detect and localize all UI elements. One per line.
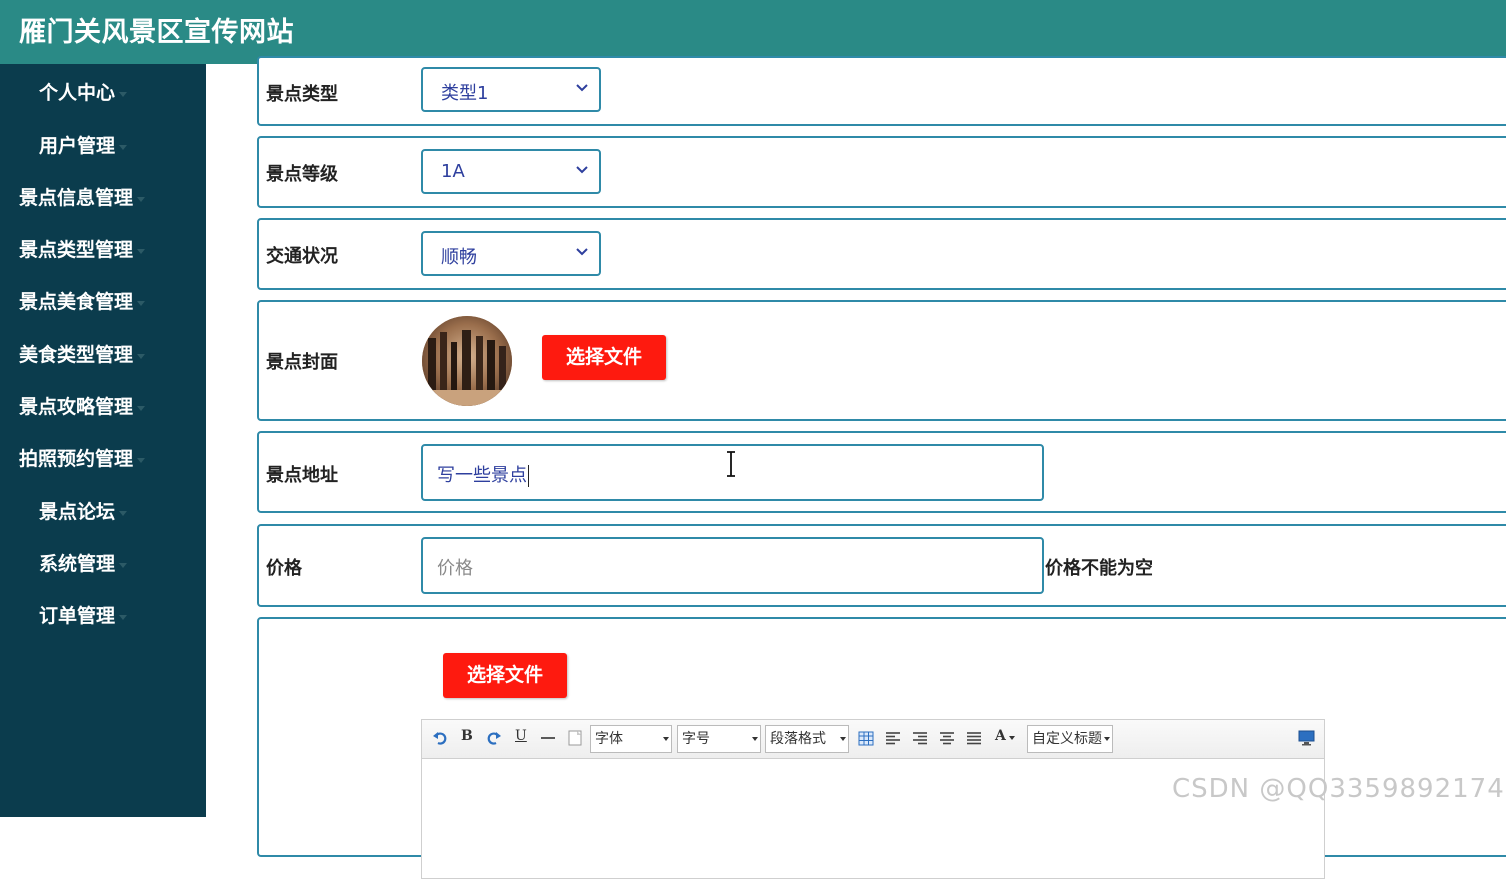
address-label: 景点地址: [266, 465, 338, 486]
font-size-select[interactable]: 字号: [677, 725, 761, 753]
custom-title-select[interactable]: 自定义标题: [1027, 725, 1113, 753]
paragraph-format-select[interactable]: 段落格式: [765, 725, 849, 753]
sidebar-item-label: 用户管理: [39, 135, 116, 157]
chevron-down-icon: [576, 166, 588, 174]
address-input-value: 写一些景点: [437, 465, 527, 486]
form-row-level: 景点等级 1A: [257, 136, 1506, 208]
chevron-down-icon: [576, 248, 588, 256]
text-cursor-icon: [727, 451, 735, 477]
dropdown-arrow-icon[interactable]: [1009, 736, 1015, 740]
site-title: 雁门关风景区宣传网站: [19, 17, 294, 48]
watermark: CSDN @QQ3359892174: [1172, 774, 1505, 804]
caret-down-icon: [119, 510, 128, 516]
sidebar-item-forum[interactable]: 景点论坛: [39, 492, 128, 532]
form-row-address: 景点地址 写一些景点: [257, 431, 1506, 513]
sidebar-item-profile[interactable]: 个人中心: [39, 73, 128, 113]
dropdown-arrow-icon: [840, 737, 846, 741]
type-label: 景点类型: [266, 84, 338, 105]
undo-icon[interactable]: [432, 730, 448, 746]
caret-down-icon: [119, 614, 128, 620]
dropdown-arrow-icon: [663, 737, 669, 741]
editor-toolbar: B U 字体 字号 段落格式 A 自定义标题: [421, 719, 1325, 759]
underline-button[interactable]: U: [515, 728, 527, 744]
caret-down-icon: [119, 91, 128, 97]
caret-down-icon: [137, 353, 146, 359]
sidebar-item-food-type[interactable]: 美食类型管理: [19, 335, 146, 375]
sidebar-item-label: 系统管理: [39, 553, 116, 575]
sidebar-item-label: 景点类型管理: [19, 239, 134, 261]
cover-choose-file-button[interactable]: 选择文件: [542, 335, 666, 380]
sidebar-item-label: 个人中心: [39, 82, 116, 104]
sidebar-item-spot-type[interactable]: 景点类型管理: [19, 230, 146, 270]
level-select-value: 1A: [441, 161, 465, 182]
form-row-traffic: 交通状况 顺畅: [257, 218, 1506, 290]
price-label: 价格: [266, 558, 302, 579]
traffic-label: 交通状况: [266, 246, 338, 267]
sidebar-item-label: 景点美食管理: [19, 291, 134, 313]
dropdown-arrow-icon: [752, 737, 758, 741]
caret-down-icon: [137, 300, 146, 306]
document-icon[interactable]: [568, 730, 582, 746]
font-color-button[interactable]: A: [995, 728, 1006, 744]
caret-down-icon: [137, 196, 146, 202]
form-row-price: 价格 价格 价格不能为空: [257, 524, 1506, 607]
sidebar-item-guide[interactable]: 景点攻略管理: [19, 387, 146, 427]
paragraph-format-select-value: 段落格式: [770, 731, 826, 747]
sidebar-item-label: 订单管理: [39, 605, 116, 627]
sidebar-item-spot-info[interactable]: 景点信息管理: [19, 178, 146, 218]
text-caret: [528, 465, 529, 487]
header-bar: 雁门关风景区宣传网站: [0, 0, 1506, 64]
cover-label: 景点封面: [266, 352, 338, 373]
caret-down-icon: [137, 457, 146, 463]
caret-down-icon: [137, 405, 146, 411]
sidebar-item-label: 景点攻略管理: [19, 396, 134, 418]
align-center-icon[interactable]: [939, 731, 955, 745]
form-row-cover: 景点封面 选择文件: [257, 300, 1506, 421]
sidebar-item-label: 美食类型管理: [19, 344, 134, 366]
level-label: 景点等级: [266, 164, 338, 185]
traffic-select[interactable]: 顺畅: [421, 231, 601, 276]
form-row-type: 景点类型 类型1: [257, 56, 1506, 126]
align-right-icon[interactable]: [912, 731, 928, 745]
bold-button[interactable]: B: [461, 728, 473, 744]
price-input[interactable]: 价格: [421, 537, 1044, 594]
price-error-message: 价格不能为空: [1045, 558, 1153, 579]
font-family-select[interactable]: 字体: [590, 725, 672, 753]
sidebar-item-photo-booking[interactable]: 拍照预约管理: [19, 439, 146, 479]
detail-choose-file-button[interactable]: 选择文件: [443, 653, 567, 698]
sidebar-item-label: 拍照预约管理: [19, 448, 134, 470]
sidebar-item-label: 景点信息管理: [19, 187, 134, 209]
align-justify-icon[interactable]: [966, 731, 982, 745]
dropdown-arrow-icon: [1104, 737, 1110, 741]
align-left-icon[interactable]: [885, 731, 901, 745]
sidebar-item-system[interactable]: 系统管理: [39, 544, 128, 584]
cover-image-thumbnail: [422, 316, 512, 406]
caret-down-icon: [137, 248, 146, 254]
sidebar-item-users[interactable]: 用户管理: [39, 126, 128, 166]
horizontal-rule-icon[interactable]: [540, 732, 556, 744]
font-family-select-value: 字体: [595, 731, 623, 747]
sidebar-item-spot-food[interactable]: 景点美食管理: [19, 282, 146, 322]
custom-title-select-value: 自定义标题: [1032, 731, 1102, 747]
redo-icon[interactable]: [486, 730, 502, 746]
traffic-select-value: 顺畅: [441, 247, 477, 268]
sidebar-item-label: 景点论坛: [39, 501, 116, 523]
caret-down-icon: [119, 562, 128, 568]
font-size-select-value: 字号: [682, 731, 710, 747]
caret-down-icon: [119, 144, 128, 150]
chevron-down-icon: [576, 84, 588, 92]
level-select[interactable]: 1A: [421, 149, 601, 194]
type-select-value: 类型1: [441, 83, 489, 104]
sidebar: 个人中心 用户管理 景点信息管理 景点类型管理 景点美食管理 美食类型管理 景点…: [0, 64, 206, 817]
type-select[interactable]: 类型1: [421, 67, 601, 112]
preview-monitor-icon[interactable]: [1298, 730, 1315, 746]
table-icon[interactable]: [858, 731, 874, 746]
price-input-placeholder: 价格: [437, 558, 473, 579]
form-row-detail: 选择文件 B U 字体 字号 段落格式 A 自定义标题: [257, 617, 1506, 879]
main-content: 景点类型 类型1 景点等级 1A 交通状况 顺畅 景点封面 选择文件 景点地址 …: [206, 56, 1506, 879]
sidebar-item-orders[interactable]: 订单管理: [39, 596, 128, 636]
